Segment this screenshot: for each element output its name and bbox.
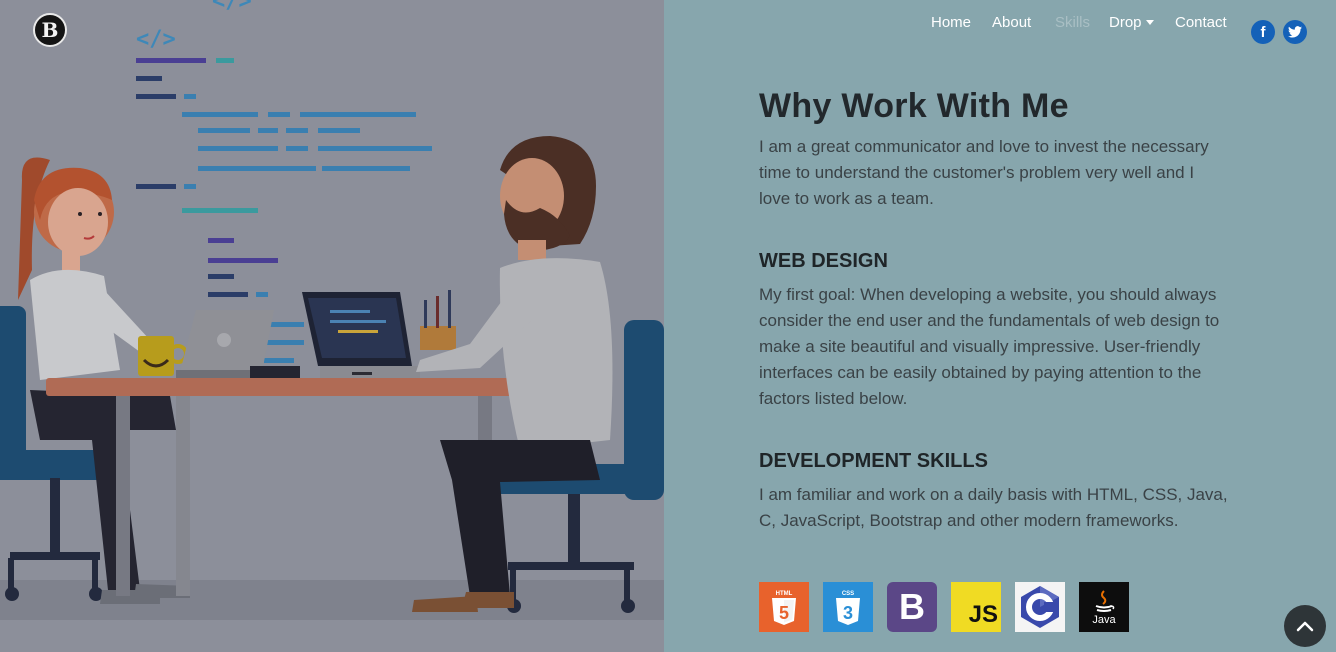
brand-logo[interactable]: B	[33, 13, 67, 47]
java-icon-label: Java	[1092, 613, 1116, 626]
nav-contact-link[interactable]: Contact	[1175, 14, 1227, 31]
javascript-icon-label: JS	[968, 601, 998, 628]
nav-home-link[interactable]: Home	[931, 14, 971, 31]
nav-drop-dropdown[interactable]: Drop	[1109, 14, 1154, 31]
back-to-top-button[interactable]	[1284, 605, 1326, 647]
svg-text:5: 5	[779, 603, 789, 623]
bootstrap-icon-letter: B	[899, 586, 925, 627]
tech-icon-row: HTML 5 CSS 3 B JS Java	[759, 582, 1129, 632]
java-icon: Java	[1079, 582, 1129, 632]
pen-holder-graphic	[420, 290, 456, 350]
java-cup-icon	[1095, 589, 1115, 612]
chevron-up-icon	[1296, 621, 1314, 632]
desk	[46, 378, 516, 596]
man-figure	[412, 136, 613, 612]
svg-text:</>: </>	[136, 27, 176, 52]
svg-text:3: 3	[843, 603, 853, 623]
facebook-button[interactable]: f	[1251, 20, 1275, 44]
css3-icon-label: CSS	[842, 591, 854, 597]
bootstrap-icon: B	[887, 582, 937, 632]
c-hexagon-icon	[1021, 586, 1059, 628]
html5-icon-label: HTML	[776, 591, 793, 597]
c-language-icon	[1015, 582, 1065, 632]
css3-shield-icon: CSS 3	[836, 591, 860, 625]
svg-text:</>: </>	[212, 0, 252, 14]
why-work-section: Why Work With Me I am a great communicat…	[759, 86, 1229, 534]
brand-logo-letter: B	[41, 18, 59, 42]
facebook-icon: f	[1260, 23, 1266, 41]
javascript-icon: JS	[951, 582, 1001, 632]
intro-text: I am a great communicator and love to in…	[759, 137, 1209, 208]
web-design-heading: WEB DESIGN	[759, 250, 888, 272]
caret-down-icon	[1145, 19, 1154, 25]
html5-icon: HTML 5	[759, 582, 809, 632]
web-design-text: My first goal: When developing a website…	[759, 285, 1220, 408]
hero-illustration: </> </>	[0, 0, 664, 652]
nav-about-link[interactable]: About	[992, 14, 1031, 31]
twitter-icon	[1288, 26, 1302, 38]
html5-shield-icon: HTML 5	[772, 591, 796, 625]
development-skills-heading: DEVELOPMENT SKILLS	[759, 450, 988, 472]
right-laptop	[302, 292, 420, 378]
twitter-button[interactable]	[1283, 20, 1307, 44]
page: </> </> B Home About Skills Drop Contact…	[0, 0, 1336, 652]
developers-at-desk-illustration: </> </>	[0, 0, 664, 620]
css3-icon: CSS 3	[823, 582, 873, 632]
nav-skills-link[interactable]: Skills	[1055, 14, 1090, 31]
development-skills-text: I am familiar and work on a daily basis …	[759, 485, 1228, 530]
nav-drop-label: Drop	[1109, 13, 1142, 31]
section-title: Why Work With Me	[759, 87, 1069, 125]
